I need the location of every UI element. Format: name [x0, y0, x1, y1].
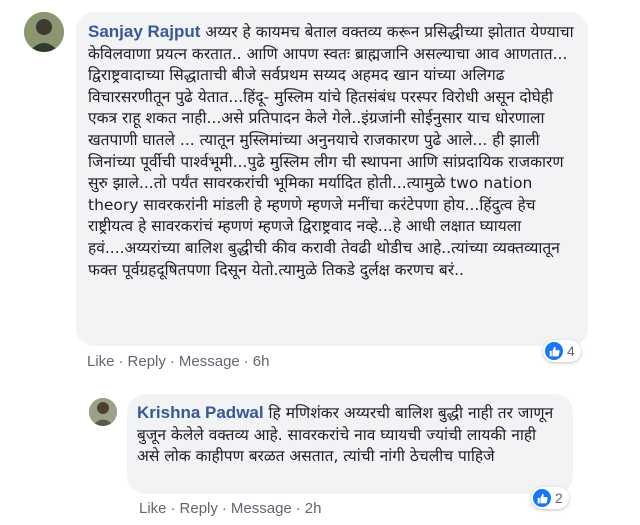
- like-thumb-icon: [533, 489, 551, 507]
- reply-link[interactable]: Reply: [128, 353, 166, 370]
- comment-actions: Like · Reply · Message · 6h: [87, 353, 269, 370]
- separator: ·: [118, 353, 124, 370]
- separator: ·: [169, 353, 175, 370]
- timestamp[interactable]: 6h: [253, 353, 270, 370]
- separator: ·: [170, 500, 176, 517]
- reply-actions: Like · Reply · Message · 2h: [139, 500, 321, 517]
- reply-body: Krishna Padwal हि मणिशंकर अय्यरची बालिश …: [137, 402, 561, 468]
- separator: ·: [295, 500, 301, 517]
- reply-bubble: Krishna Padwal हि मणिशंकर अय्यरची बालिश …: [127, 394, 573, 494]
- comment-author[interactable]: Krishna Padwal: [137, 403, 264, 422]
- avatar[interactable]: [24, 12, 64, 52]
- comment-body: Sanjay Rajput अय्यर हे कायमच बेताल वक्तव…: [88, 21, 576, 281]
- avatar[interactable]: [89, 398, 117, 426]
- reaction-count[interactable]: 2: [531, 487, 569, 509]
- separator: ·: [243, 353, 249, 370]
- profile-photo-icon: [24, 12, 64, 52]
- like-link[interactable]: Like: [139, 500, 167, 517]
- comment-bubble: Sanjay Rajput अय्यर हे कायमच बेताल वक्तव…: [76, 12, 588, 346]
- comment-text: अय्यर हे कायमच बेताल वक्तव्य करून प्रसिद…: [88, 23, 574, 279]
- like-thumb-icon: [545, 342, 563, 360]
- reply-link[interactable]: Reply: [180, 500, 218, 517]
- message-link[interactable]: Message: [179, 353, 240, 370]
- reaction-count[interactable]: 4: [543, 340, 581, 362]
- comment-author[interactable]: Sanjay Rajput: [88, 22, 200, 41]
- reaction-count-value: 4: [567, 343, 575, 359]
- separator: ·: [221, 500, 227, 517]
- message-link[interactable]: Message: [231, 500, 292, 517]
- reaction-count-value: 2: [555, 490, 563, 506]
- profile-photo-icon: [89, 398, 117, 426]
- timestamp[interactable]: 2h: [305, 500, 322, 517]
- like-link[interactable]: Like: [87, 353, 115, 370]
